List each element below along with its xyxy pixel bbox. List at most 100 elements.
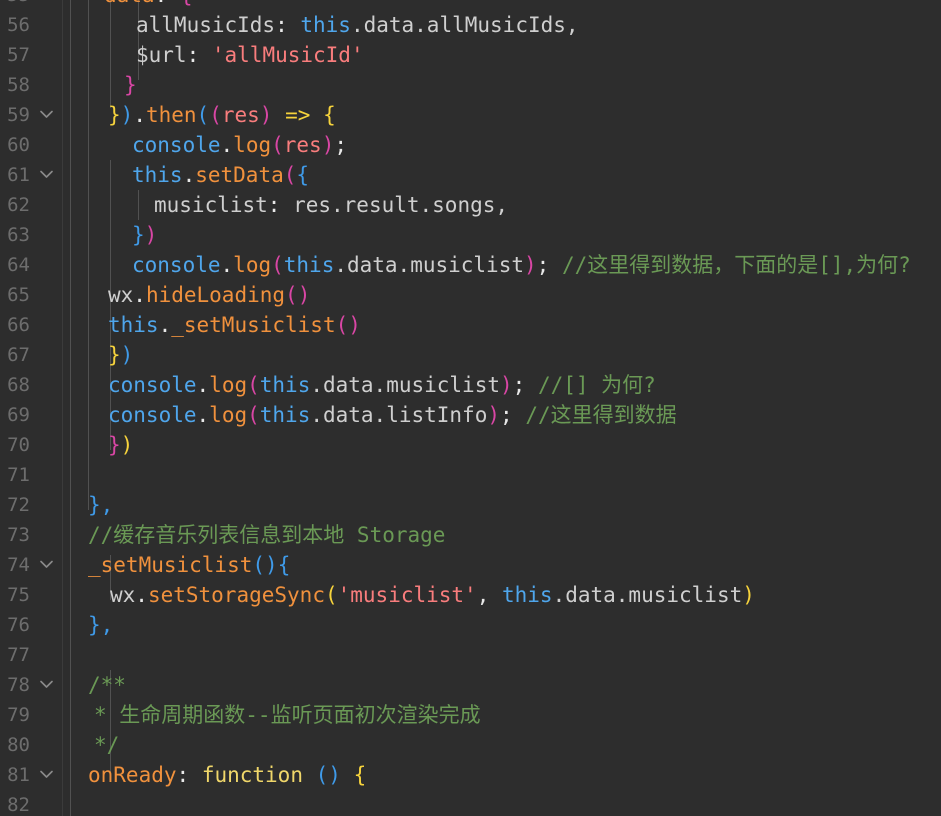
code-token: $url xyxy=(136,43,187,67)
gutter-line-69: 69 xyxy=(0,400,62,430)
code-token: console xyxy=(108,403,197,427)
code-line-65[interactable]: wx.hideLoading() xyxy=(108,280,310,310)
line-number: 60 xyxy=(7,134,30,156)
code-token: log xyxy=(233,253,272,277)
code-token: ) xyxy=(500,373,513,397)
chevron-down-icon[interactable] xyxy=(38,100,54,130)
code-token: setData xyxy=(195,163,284,187)
code-line-57[interactable]: $url: 'allMusicId' xyxy=(136,40,364,70)
code-line-62[interactable]: musiclist: res.result.songs, xyxy=(154,190,508,220)
code-line-55[interactable]: data: { xyxy=(104,0,193,10)
code-line-81[interactable]: onReady: function () { xyxy=(88,760,366,790)
code-line-64[interactable]: console.log(this.data.musiclist); //这里得到… xyxy=(132,250,911,280)
code-token: .data.allMusicIds, xyxy=(350,13,579,37)
code-token: => xyxy=(285,103,311,127)
code-line-78[interactable]: /** xyxy=(88,670,126,700)
code-token: _setMusiclist xyxy=(88,553,253,577)
code-token: ( xyxy=(335,313,349,337)
editor-code-area[interactable]: data: {allMusicIds: this.data.allMusicId… xyxy=(64,0,941,816)
line-number: 75 xyxy=(7,584,30,606)
code-line-66[interactable]: this._setMusiclist() xyxy=(108,310,361,340)
code-token: setStorageSync xyxy=(147,583,325,607)
code-token: ( xyxy=(283,163,297,187)
code-token: this xyxy=(259,373,311,397)
code-token: , xyxy=(100,613,114,637)
code-token: log xyxy=(209,373,248,397)
gutter-line-61: 61 xyxy=(0,160,62,190)
code-line-70[interactable]: }) xyxy=(108,430,133,460)
code-token: . xyxy=(220,253,234,277)
code-line-63[interactable]: }) xyxy=(132,220,157,250)
code-line-68[interactable]: console.log(this.data.musiclist); //[] 为… xyxy=(108,370,656,400)
line-number: 72 xyxy=(7,494,30,516)
code-line-74[interactable]: _setMusiclist(){ xyxy=(88,550,290,580)
gutter-line-75: 75 xyxy=(0,580,62,610)
gutter-line-63: 63 xyxy=(0,220,62,250)
code-line-80[interactable]: */ xyxy=(94,730,119,760)
code-token: console xyxy=(132,253,221,277)
code-editor-window: 55 56 57 58 59 60 61 62 63 64 65 66 67 68 69 70 71 72 73 74… xyxy=(0,0,941,816)
line-number: 77 xyxy=(7,644,30,666)
code-token: ( xyxy=(315,763,329,787)
code-token: .data.musiclist xyxy=(334,253,524,277)
code-token: . xyxy=(196,373,210,397)
indent-guide xyxy=(70,0,71,816)
code-line-58[interactable]: } xyxy=(124,70,137,100)
code-token: } xyxy=(108,343,121,367)
code-line-72[interactable]: }, xyxy=(88,490,113,520)
code-line-75[interactable]: wx.setStorageSync('musiclist', this.data… xyxy=(110,580,755,610)
code-token: ) xyxy=(321,133,335,157)
code-token: ( xyxy=(271,133,284,157)
chevron-down-icon[interactable] xyxy=(38,160,54,190)
code-token: ) xyxy=(487,403,501,427)
code-token: ( xyxy=(252,553,266,577)
gutter-line-68: 68 xyxy=(0,370,62,400)
gutter-line-79: 79 xyxy=(0,700,62,730)
line-number: 61 xyxy=(7,164,30,186)
code-token: //这里得到数据 xyxy=(525,403,677,427)
code-token: ) xyxy=(120,343,134,367)
chevron-down-icon[interactable] xyxy=(38,550,54,580)
code-token: data xyxy=(104,0,155,7)
code-token: res.result.songs, xyxy=(293,193,509,217)
code-token: ( xyxy=(247,373,260,397)
code-token: .data.listInfo xyxy=(310,403,488,427)
code-token: log xyxy=(209,403,248,427)
code-token: ; xyxy=(512,373,538,397)
code-token: . xyxy=(133,283,146,307)
code-line-76[interactable]: }, xyxy=(88,610,113,640)
code-token: ( xyxy=(271,253,284,277)
code-line-59[interactable]: }).then((res) => { xyxy=(108,100,336,130)
code-token: ( xyxy=(285,283,298,307)
code-line-67[interactable]: }) xyxy=(108,340,133,370)
gutter-line-81: 81 xyxy=(0,760,62,790)
code-line-79[interactable]: * 生命周期函数--监听页面初次渲染完成 xyxy=(94,700,481,730)
line-number: 76 xyxy=(7,614,30,636)
gutter-line-62: 62 xyxy=(0,190,62,220)
code-line-61[interactable]: this.setData({ xyxy=(132,160,309,190)
gutter-line-66: 66 xyxy=(0,310,62,340)
code-line-69[interactable]: console.log(this.data.listInfo); //这里得到数… xyxy=(108,400,677,430)
gutter-line-82: 82 xyxy=(0,790,62,816)
gutter-line-56: 56 xyxy=(0,10,62,40)
code-line-73[interactable]: //缓存音乐列表信息到本地 Storage xyxy=(88,520,445,550)
code-token: wx xyxy=(108,283,134,307)
chevron-down-icon[interactable] xyxy=(38,670,54,700)
code-line-56[interactable]: allMusicIds: this.data.allMusicIds, xyxy=(136,10,579,40)
code-line-60[interactable]: console.log(res); xyxy=(132,130,347,160)
gutter-line-60: 60 xyxy=(0,130,62,160)
code-token: //这里得到数据，下面的是[],为何? xyxy=(561,253,911,277)
code-token: this xyxy=(259,403,311,427)
gutter-line-71: 71 xyxy=(0,460,62,490)
line-number: 78 xyxy=(7,674,30,696)
line-number: 67 xyxy=(7,344,30,366)
gutter-line-74: 74 xyxy=(0,550,62,580)
code-token: : xyxy=(267,193,294,217)
code-token: ( xyxy=(247,403,260,427)
code-token: : xyxy=(176,763,202,787)
chevron-down-icon[interactable] xyxy=(38,760,54,790)
code-token: this xyxy=(108,313,159,337)
gutter-line-55: 55 xyxy=(0,0,62,10)
